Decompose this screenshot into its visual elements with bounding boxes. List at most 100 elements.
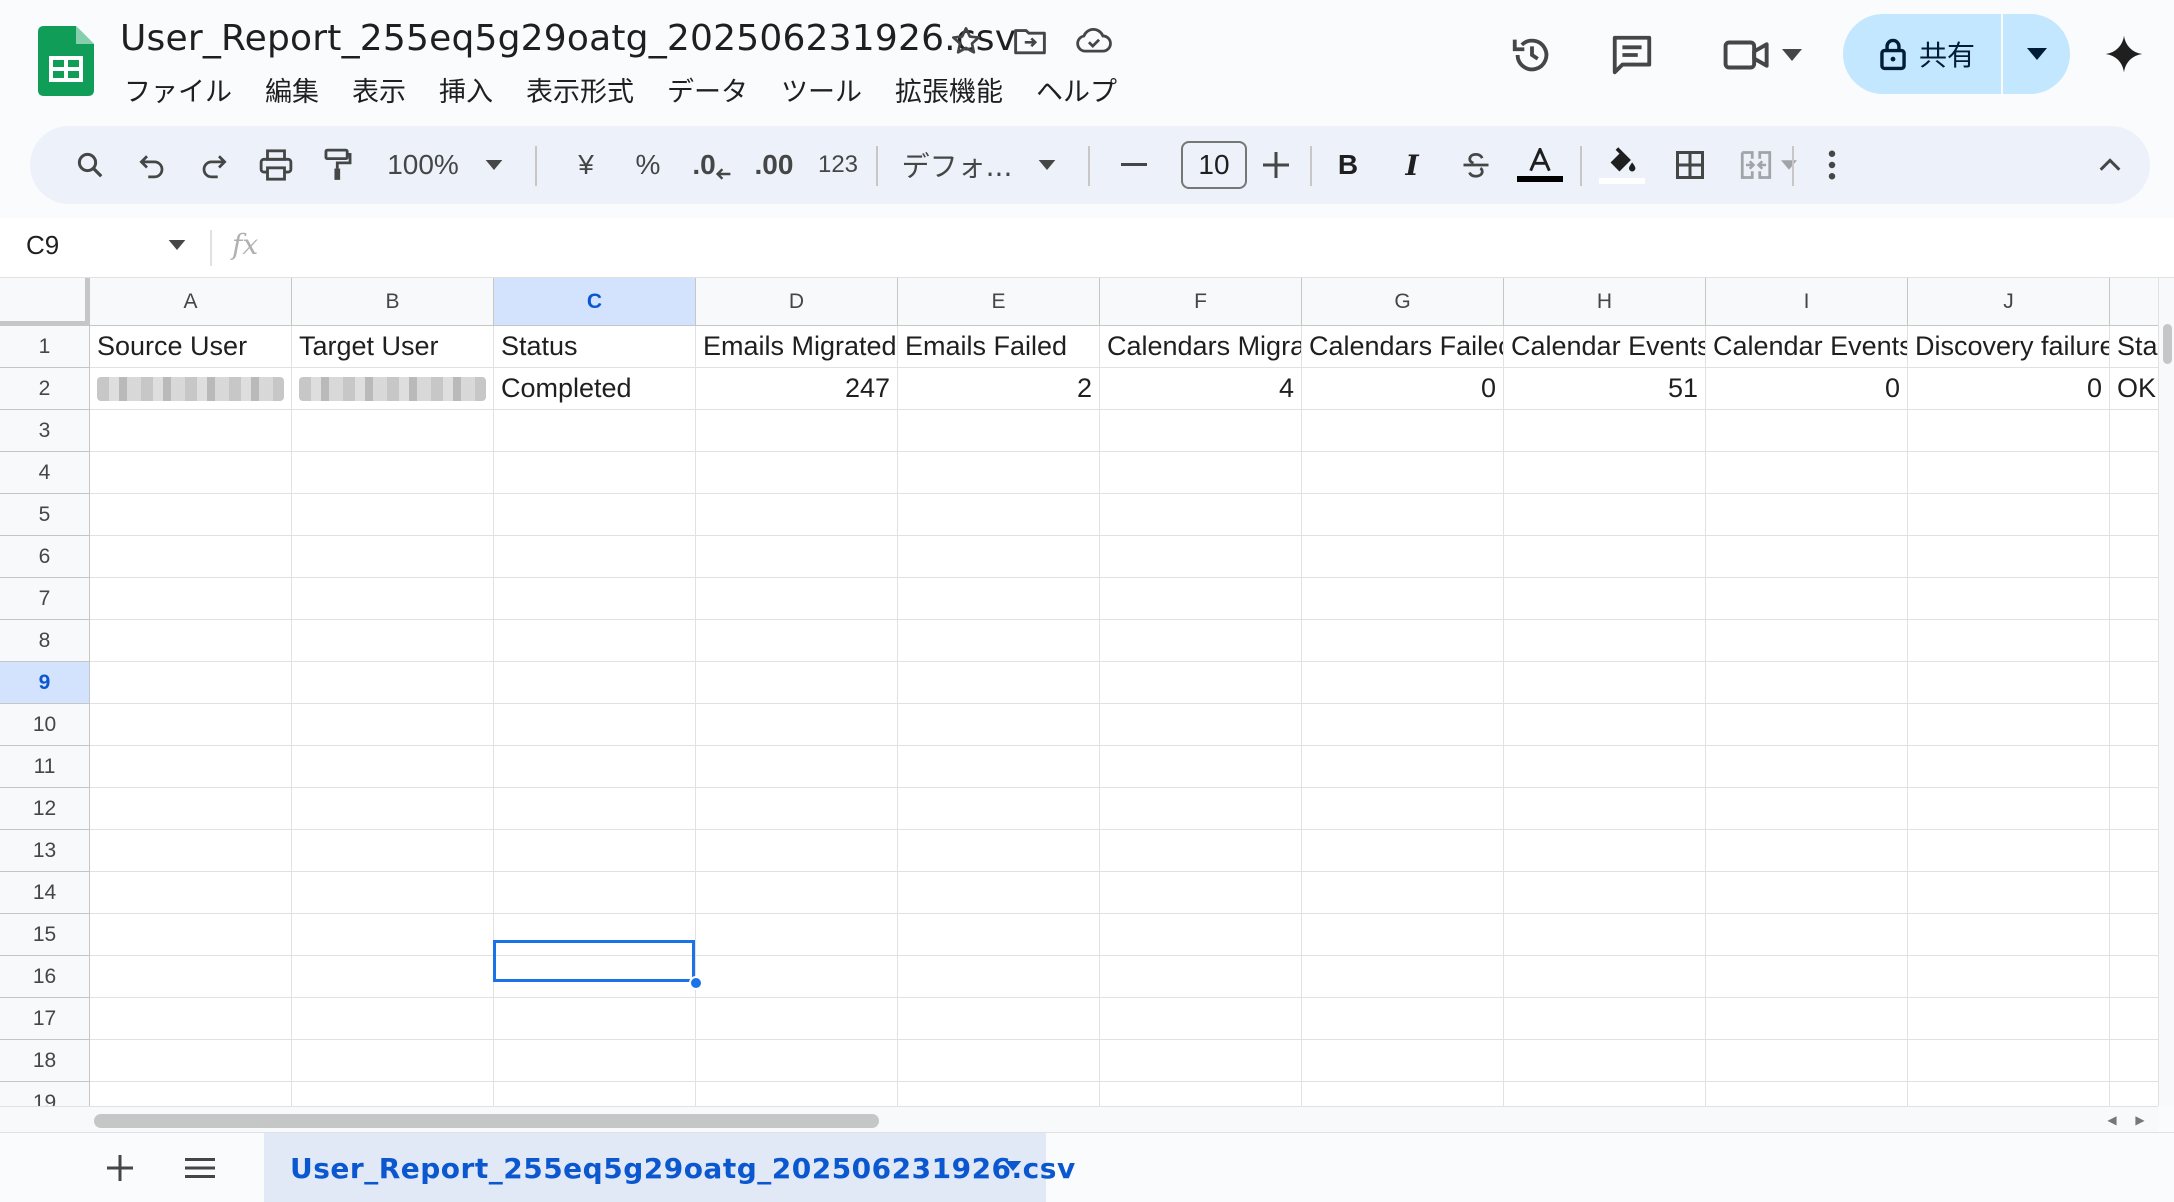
row-header-18[interactable]: 18 — [0, 1040, 90, 1082]
select-all-corner[interactable] — [0, 278, 90, 326]
cell-g2[interactable]: 0 — [1302, 368, 1504, 410]
more-formats-button[interactable]: 123 — [806, 126, 870, 204]
percent-format-button[interactable]: % — [620, 126, 676, 204]
cell-k12[interactable] — [2110, 788, 2162, 830]
borders-button[interactable] — [1660, 126, 1720, 204]
cell-j14[interactable] — [1908, 872, 2110, 914]
font-size-input[interactable]: 10 — [1181, 141, 1247, 189]
cell-f9[interactable] — [1100, 662, 1302, 704]
cell-k15[interactable] — [2110, 914, 2162, 956]
row-header-19[interactable]: 19 — [0, 1082, 90, 1106]
active-cell-c9[interactable] — [493, 940, 695, 982]
cell-g5[interactable] — [1302, 494, 1504, 536]
cell-a1[interactable]: Source User — [90, 326, 292, 368]
meet-button[interactable] — [1712, 25, 1812, 85]
cell-e1[interactable]: Emails Failed — [898, 326, 1100, 368]
cell-b5[interactable] — [292, 494, 494, 536]
undo-button[interactable] — [124, 126, 180, 204]
cell-g8[interactable] — [1302, 620, 1504, 662]
fill-color-button[interactable] — [1592, 126, 1652, 204]
cell-a17[interactable] — [90, 998, 292, 1040]
cell-b4[interactable] — [292, 452, 494, 494]
cell-c10[interactable] — [494, 704, 696, 746]
cell-j19[interactable] — [1908, 1082, 2110, 1106]
cell-h10[interactable] — [1504, 704, 1706, 746]
cell-k16[interactable] — [2110, 956, 2162, 998]
menu-extensions[interactable]: 拡張機能 — [895, 70, 1020, 109]
row-header-17[interactable]: 17 — [0, 998, 90, 1040]
cell-d15[interactable] — [696, 914, 898, 956]
cell-a3[interactable] — [90, 410, 292, 452]
cell-c19[interactable] — [494, 1082, 696, 1106]
cell-h19[interactable] — [1504, 1082, 1706, 1106]
increase-font-size-button[interactable] — [1248, 126, 1304, 204]
column-header-a[interactable]: A — [90, 278, 292, 326]
cell-f7[interactable] — [1100, 578, 1302, 620]
cell-e15[interactable] — [898, 914, 1100, 956]
print-button[interactable] — [248, 126, 304, 204]
cell-h16[interactable] — [1504, 956, 1706, 998]
row-header-12[interactable]: 12 — [0, 788, 90, 830]
cell-i13[interactable] — [1706, 830, 1908, 872]
cell-d12[interactable] — [696, 788, 898, 830]
cell-j7[interactable] — [1908, 578, 2110, 620]
cell-g3[interactable] — [1302, 410, 1504, 452]
cell-b3[interactable] — [292, 410, 494, 452]
cell-b13[interactable] — [292, 830, 494, 872]
cell-e12[interactable] — [898, 788, 1100, 830]
cell-a19[interactable] — [90, 1082, 292, 1106]
cell-b18[interactable] — [292, 1040, 494, 1082]
strikethrough-button[interactable] — [1448, 126, 1504, 204]
row-header-14[interactable]: 14 — [0, 872, 90, 914]
menu-file[interactable]: ファイル — [124, 70, 249, 109]
cell-c17[interactable] — [494, 998, 696, 1040]
cell-j8[interactable] — [1908, 620, 2110, 662]
decrease-decimal-button[interactable]: .0 — [682, 126, 742, 204]
cell-b10[interactable] — [292, 704, 494, 746]
cell-h2[interactable]: 51 — [1504, 368, 1706, 410]
cell-g6[interactable] — [1302, 536, 1504, 578]
cell-a6[interactable] — [90, 536, 292, 578]
cell-f8[interactable] — [1100, 620, 1302, 662]
cell-g9[interactable] — [1302, 662, 1504, 704]
row-header-13[interactable]: 13 — [0, 830, 90, 872]
chevron-down-icon[interactable] — [168, 240, 186, 250]
cell-j9[interactable] — [1908, 662, 2110, 704]
cell-c3[interactable] — [494, 410, 696, 452]
cell-b7[interactable] — [292, 578, 494, 620]
cell-b15[interactable] — [292, 914, 494, 956]
cell-e16[interactable] — [898, 956, 1100, 998]
cell-c11[interactable] — [494, 746, 696, 788]
cell-e10[interactable] — [898, 704, 1100, 746]
scroll-right-icon[interactable]: ▶ — [2128, 1109, 2152, 1131]
more-options-button[interactable] — [1804, 126, 1860, 204]
cell-e3[interactable] — [898, 410, 1100, 452]
cell-k1[interactable]: Sta — [2110, 326, 2162, 368]
name-box[interactable]: C9 — [26, 230, 59, 261]
cell-h7[interactable] — [1504, 578, 1706, 620]
cell-e7[interactable] — [898, 578, 1100, 620]
cell-k3[interactable] — [2110, 410, 2162, 452]
cell-f13[interactable] — [1100, 830, 1302, 872]
cell-k14[interactable] — [2110, 872, 2162, 914]
cell-a8[interactable] — [90, 620, 292, 662]
cell-i11[interactable] — [1706, 746, 1908, 788]
hide-menus-button[interactable] — [2082, 126, 2138, 204]
cell-h14[interactable] — [1504, 872, 1706, 914]
cell-i5[interactable] — [1706, 494, 1908, 536]
cell-g4[interactable] — [1302, 452, 1504, 494]
cell-h9[interactable] — [1504, 662, 1706, 704]
cell-h18[interactable] — [1504, 1040, 1706, 1082]
cell-h17[interactable] — [1504, 998, 1706, 1040]
cell-f1[interactable]: Calendars Migra — [1100, 326, 1302, 368]
cell-g1[interactable]: Calendars Failec — [1302, 326, 1504, 368]
cell-f15[interactable] — [1100, 914, 1302, 956]
cell-j3[interactable] — [1908, 410, 2110, 452]
row-header-16[interactable]: 16 — [0, 956, 90, 998]
cell-g14[interactable] — [1302, 872, 1504, 914]
document-title[interactable]: User_Report_255eq5g29oatg_202506231926.c… — [120, 18, 1016, 59]
cell-d16[interactable] — [696, 956, 898, 998]
cloud-saved-icon[interactable] — [1073, 20, 1115, 62]
cell-g10[interactable] — [1302, 704, 1504, 746]
add-sheet-button[interactable] — [90, 1133, 150, 1202]
